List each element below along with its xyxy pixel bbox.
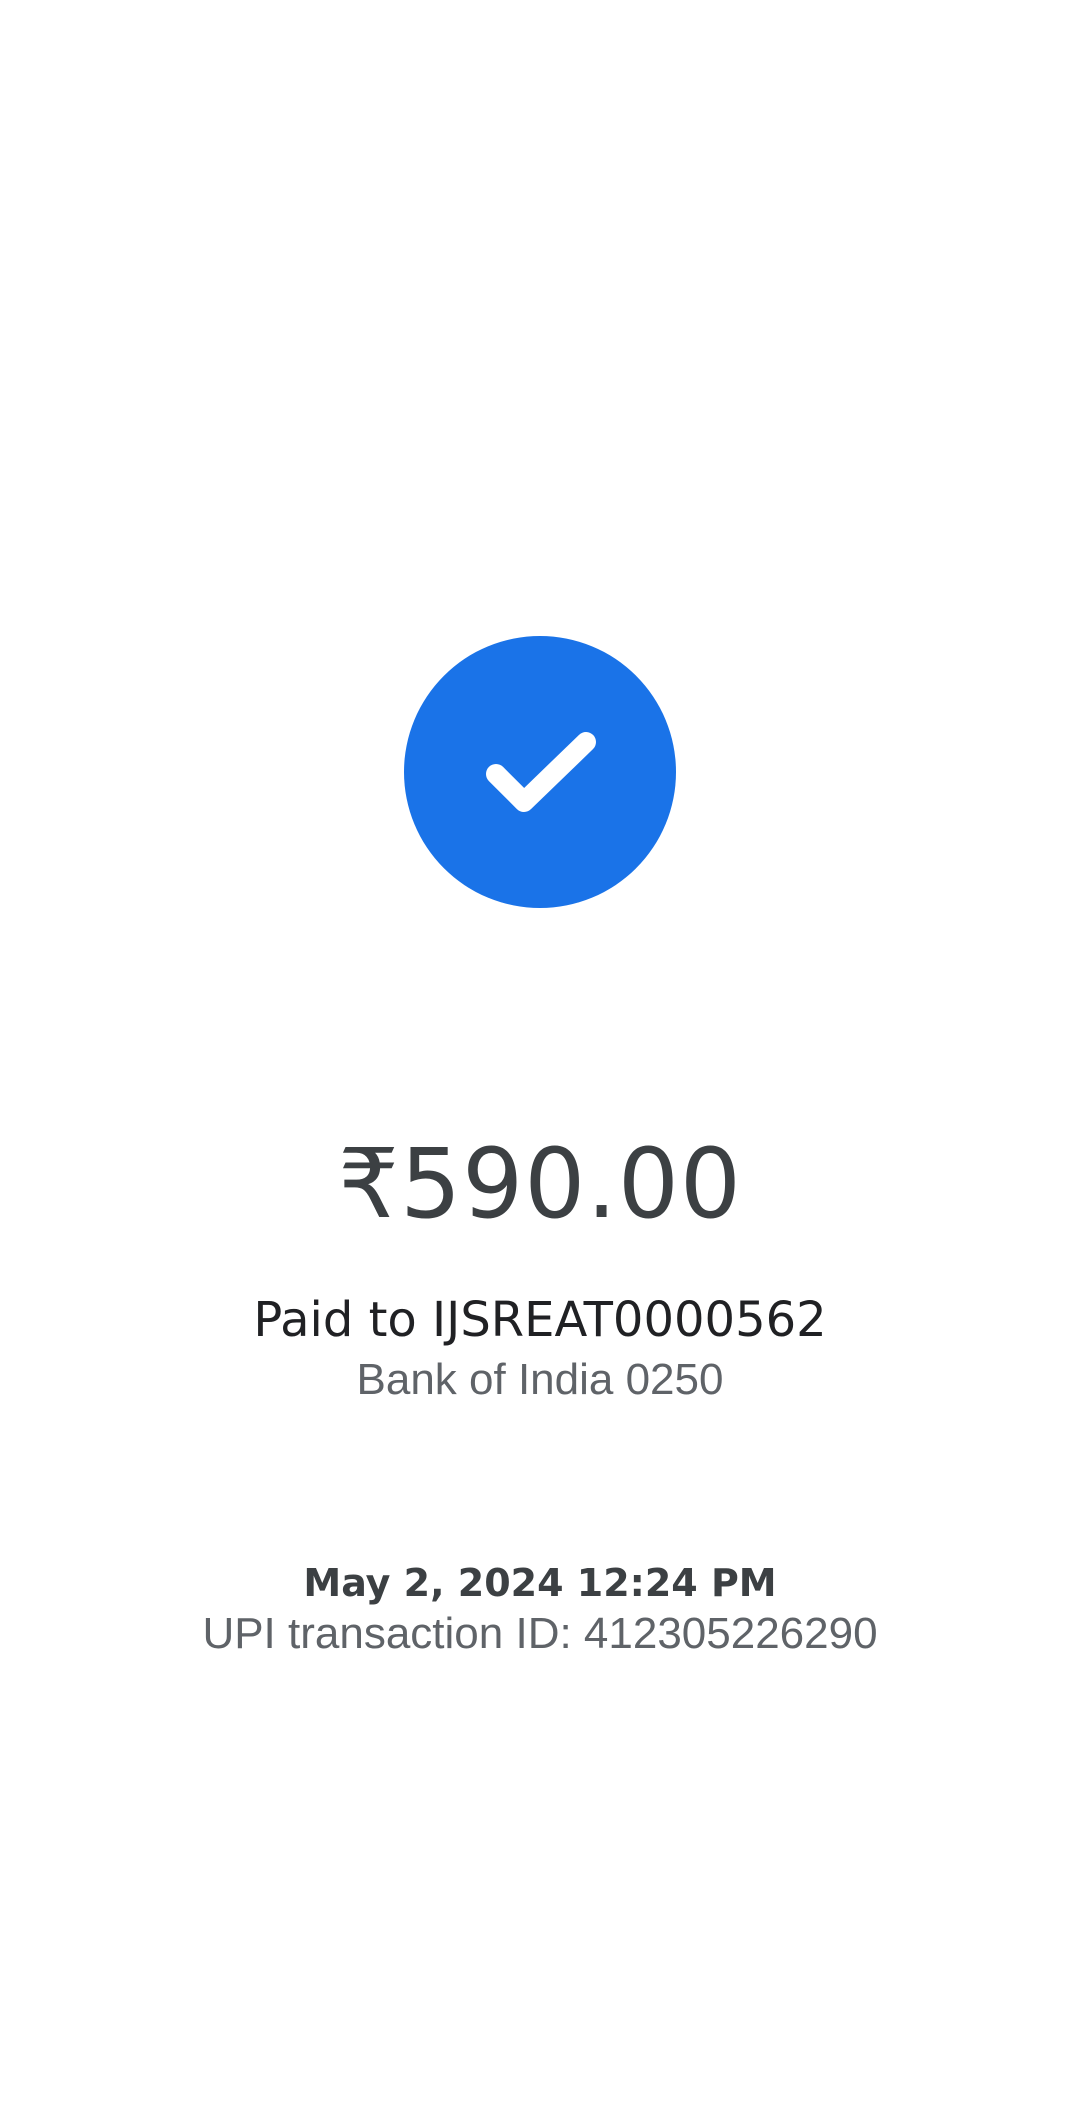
payment-amount: ₹590.00 — [338, 1128, 742, 1240]
transaction-datetime: May 2, 2024 12:24 PM — [303, 1561, 777, 1605]
payee-label: Paid to IJSREAT0000562 — [253, 1292, 827, 1348]
bank-account-label: Bank of India 0250 — [356, 1355, 724, 1404]
payment-success-screen: ₹590.00 Paid to IJSREAT0000562 Bank of I… — [0, 0, 1080, 2102]
upi-transaction-id: UPI transaction ID: 412305226290 — [202, 1609, 878, 1658]
check-icon — [486, 732, 596, 812]
success-check-badge — [404, 636, 676, 908]
